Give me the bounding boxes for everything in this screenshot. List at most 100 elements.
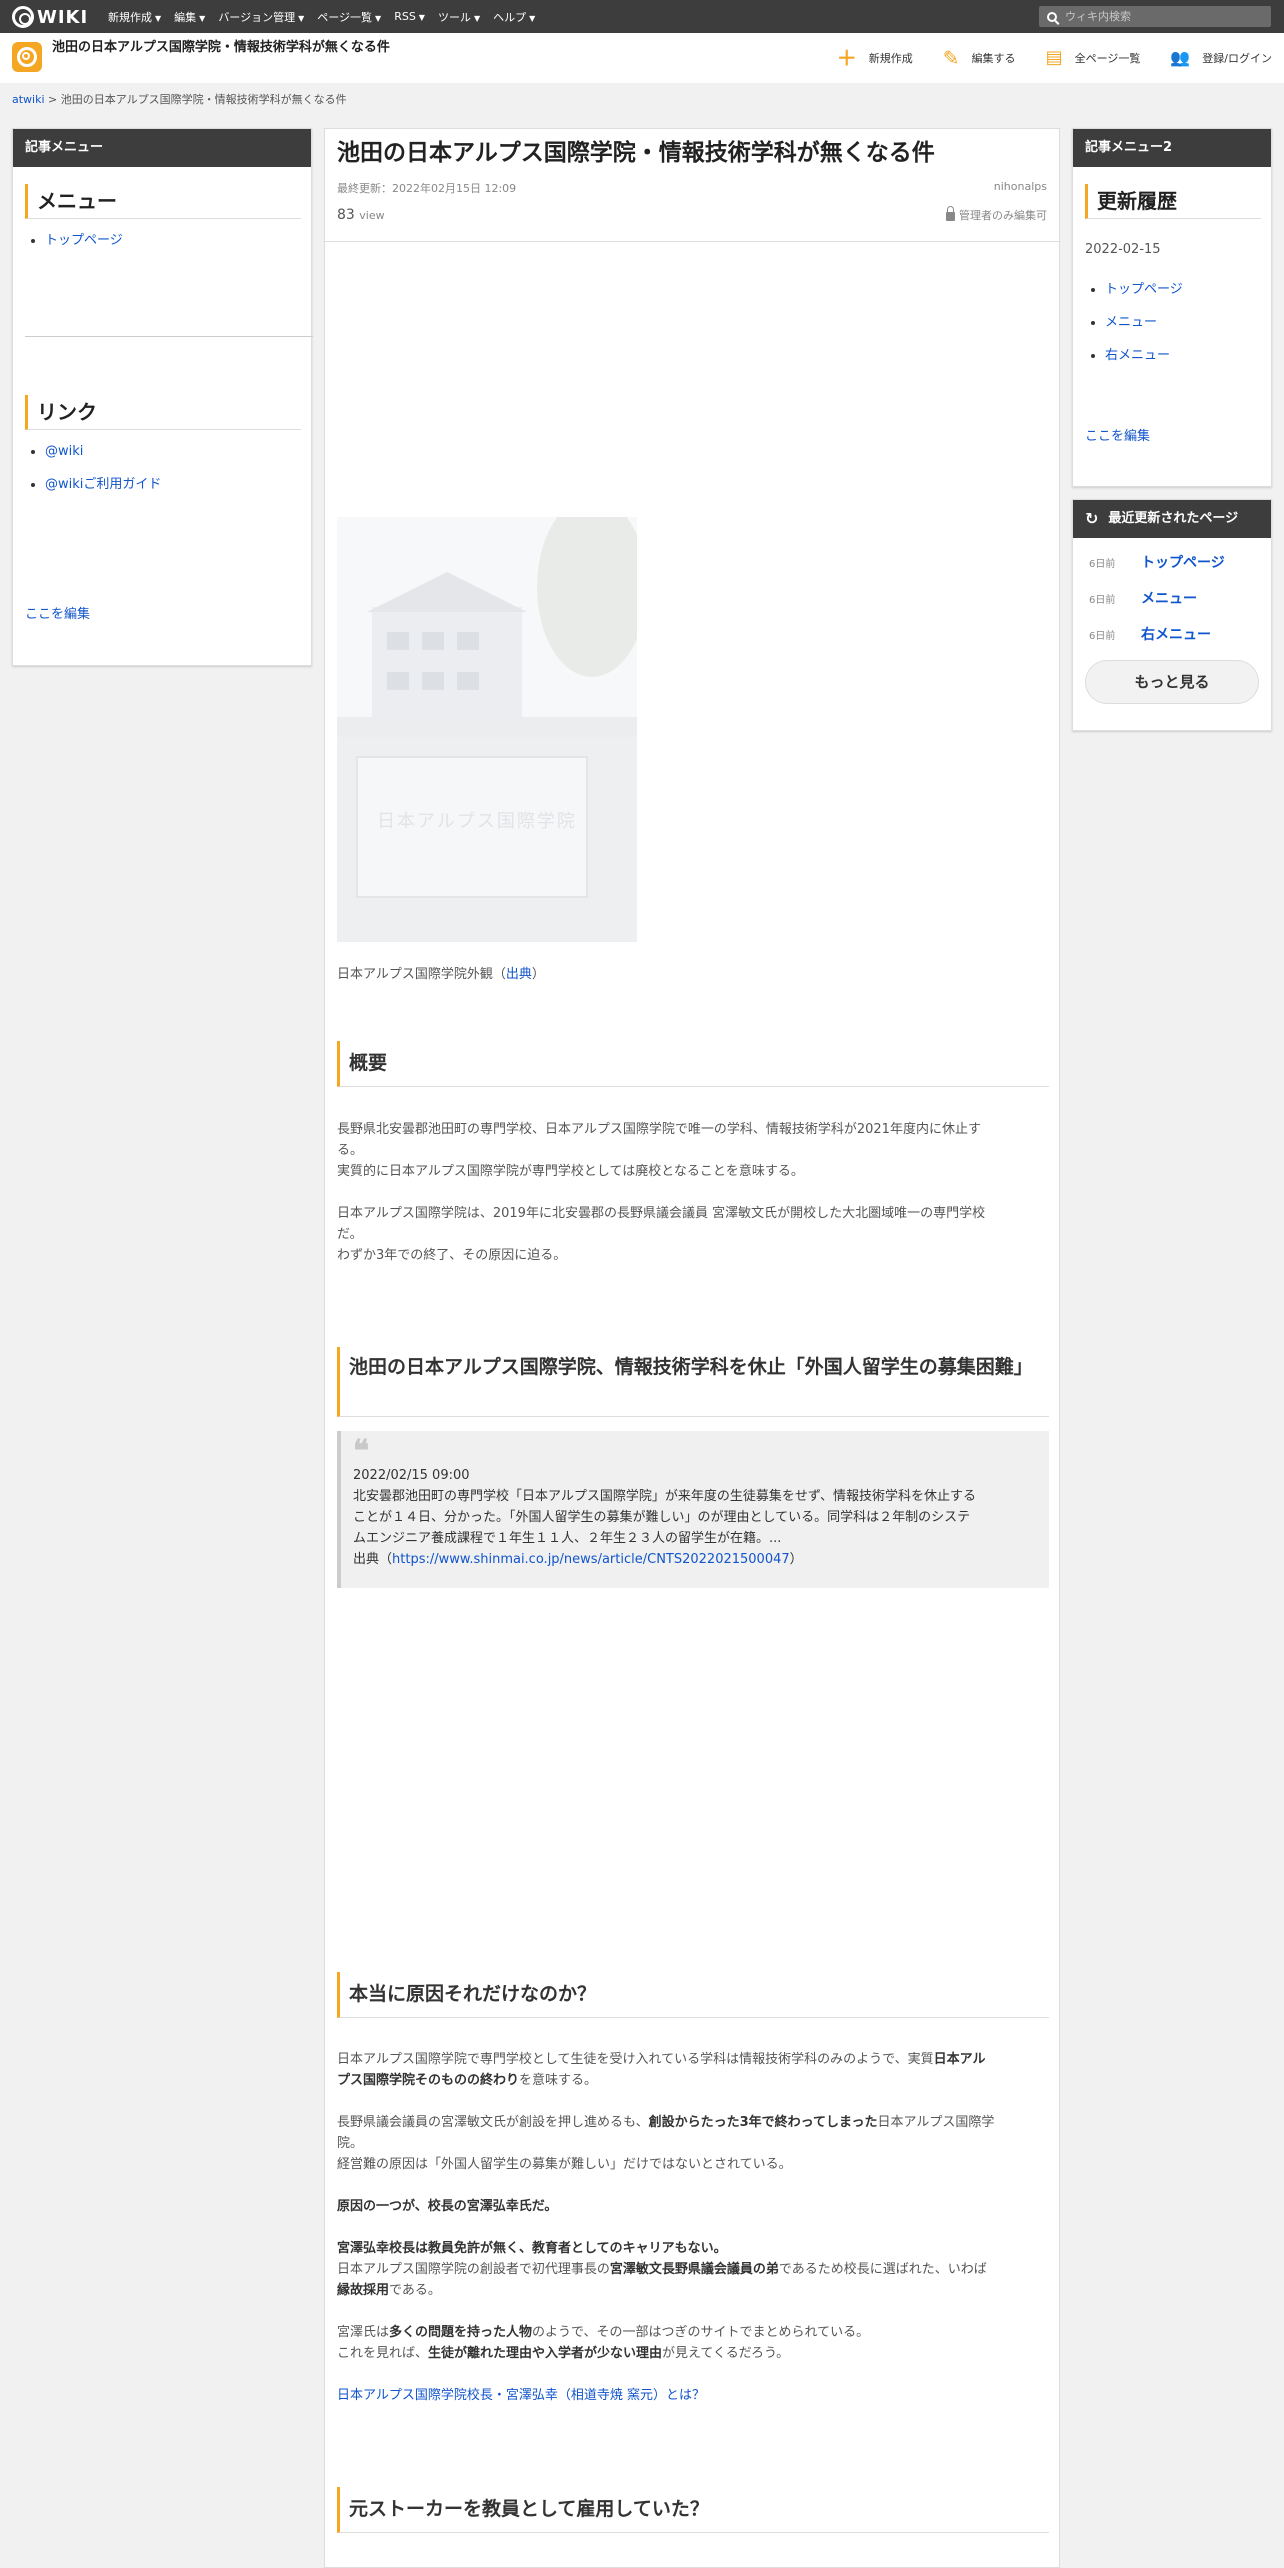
all-pages-button[interactable]: ▤ 全ページ一覧 xyxy=(1046,48,1141,68)
caption-source-link[interactable]: 出典 xyxy=(506,967,532,982)
caret-down-icon: ▼ xyxy=(155,13,162,23)
at-mark-icon xyxy=(12,6,34,28)
link-guide[interactable]: @wikiご利用ガイド xyxy=(45,477,161,492)
menu-link-top[interactable]: トップページ xyxy=(45,233,123,248)
breadcrumb-current: 池田の日本アルプス国際学院・情報技術学科が無くなる件 xyxy=(60,93,347,106)
caret-down-icon: ▼ xyxy=(375,13,382,23)
text-run: 経営難の原因は「外国人留学生の募集が難しい」だけではないとされている。 xyxy=(337,2157,792,2172)
news-quote: ❝ 2022/02/15 09:00 北安曇郡池田町の専門学校「日本アルプス国際… xyxy=(337,1431,1049,1588)
global-topbar: WIKI 新規作成 ▼ 編集 ▼ バージョン管理 ▼ ページ一覧 ▼ RSS ▼ ツール ▼… xyxy=(0,0,1284,33)
overview-paragraph-2: 日本アルプス国際学院は、2019年に北安曇郡の長野県議会議員 宮澤敏文氏が開校し… xyxy=(337,1203,1049,1266)
cause-paragraph-1: 日本アルプス国際学院で専門学校として生徒を受け入れている学科は情報技術学科のみの… xyxy=(337,2049,1049,2091)
site-header: 池田の日本アルプス国際学院・情報技術学科が無くなる件 ＋ 新規作成 ✎ 編集する… xyxy=(0,33,1284,83)
all-pages-label: 全ページ一覧 xyxy=(1074,52,1141,65)
menu-item-top: トップページ xyxy=(45,233,301,249)
nav-tools-menu[interactable]: ツール ▼ xyxy=(438,9,480,25)
nav-version-menu[interactable]: バージョン管理 ▼ xyxy=(218,9,304,25)
text-run: が見えてくるだろう。 xyxy=(662,2346,790,2361)
recent-pages-box: ↻ 最近更新されたページ 6日前 トップページ 6日前 メニュー 6日前 右メニ… xyxy=(1072,499,1272,731)
history-link-menu[interactable]: メニュー xyxy=(1105,315,1157,330)
bold-text: 日本アル xyxy=(933,2052,986,2067)
menu-divider xyxy=(25,336,313,337)
breadcrumb-root-link[interactable]: atwiki xyxy=(12,93,45,106)
view-count: 83 view xyxy=(337,207,385,223)
bold-text: 創設からたった3年で終わってしまった xyxy=(648,2115,878,2130)
bold-text: 宮澤敏文長野県議会議員の弟 xyxy=(609,2262,779,2277)
header-divider xyxy=(325,241,1059,242)
cause-paragraph-4: 宮澤弘幸校長は教員免許が無く、教育者としてのキャリアもない。 日本アルプス国際学院… xyxy=(337,2238,1049,2301)
nav-label: 新規作成 xyxy=(108,10,152,24)
see-more-button[interactable]: もっと見る xyxy=(1085,660,1259,704)
recent-link-menu[interactable]: メニュー xyxy=(1141,588,1197,608)
history-date: 2022-02-15 xyxy=(1085,242,1161,257)
new-page-button[interactable]: ＋ 新規作成 xyxy=(837,48,913,68)
text-run: を意味する。 xyxy=(519,2073,598,2088)
new-page-label: 新規作成 xyxy=(868,52,913,65)
nav-label: ヘルプ xyxy=(493,10,527,24)
nav-edit-menu[interactable]: 編集 ▼ xyxy=(174,9,205,25)
header-actions: ＋ 新規作成 ✎ 編集する ▤ 全ページ一覧 👥 登録/ログイン xyxy=(807,33,1272,83)
text-run: 日本アルプス国際学院で専門学校として生徒を受け入れている学科は情報技術学科のみの… xyxy=(337,2052,934,2067)
link-atwiki[interactable]: @wiki xyxy=(45,444,83,459)
cause-paragraph-5: 宮澤氏は多くの問題を持った人物のようで、その一部はつぎのサイトでまとめられている… xyxy=(337,2322,1049,2364)
logo-text: WIKI xyxy=(37,6,89,28)
left-edit-link[interactable]: ここを編集 xyxy=(25,603,90,622)
recent-header-label: 最近更新されたページ xyxy=(1108,511,1239,526)
overview-paragraph-1: 長野県北安曇郡池田町の専門学校、日本アルプス国際学院で唯一の学科、情報技術学科が… xyxy=(337,1119,1049,1182)
text-line: 長野県北安曇郡池田町の専門学校、日本アルプス国際学院で唯一の学科、情報技術学科が… xyxy=(337,1122,981,1137)
source-suffix: ） xyxy=(789,1552,803,1567)
bold-text: プス国際学院そのものの終わり xyxy=(337,2073,520,2088)
permission-text: 管理者のみ編集可 xyxy=(959,209,1047,222)
recent-link-top[interactable]: トップページ xyxy=(1141,552,1225,572)
menu-section: メニュー トップページ xyxy=(25,184,301,266)
lock-icon xyxy=(946,206,955,221)
nav-label: 編集 xyxy=(174,10,197,24)
text-run: のようで、その一部はつぎのサイトでまとめられている。 xyxy=(532,2325,870,2340)
quote-source-link[interactable]: https://www.shinmai.co.jp/news/article/C… xyxy=(392,1552,790,1567)
edit-page-button[interactable]: ✎ 編集する xyxy=(943,48,1016,68)
author-name[interactable]: nihonalps xyxy=(994,180,1047,193)
text-run: 長野県議会議員の宮澤敏文氏が創設を押し進めるも、 xyxy=(337,2115,649,2130)
history-link-right-menu[interactable]: 右メニュー xyxy=(1105,348,1170,363)
refresh-icon: ↻ xyxy=(1085,509,1099,528)
image-caption: 日本アルプス国際学院外観（出典） xyxy=(337,963,545,982)
bold-text: 縁故採用 xyxy=(337,2283,390,2298)
school-photo-drawing xyxy=(337,517,637,942)
login-label: 登録/ログイン xyxy=(1202,52,1272,65)
nav-rss-menu[interactable]: RSS ▼ xyxy=(394,10,425,23)
view-number: 83 xyxy=(337,207,355,223)
history-item: 右メニュー xyxy=(1105,348,1281,364)
recent-link-right-menu[interactable]: 右メニュー xyxy=(1141,624,1211,644)
source-prefix: 出典（ xyxy=(353,1552,393,1567)
caret-down-icon: ▼ xyxy=(529,13,536,23)
nav-pages-menu[interactable]: ページ一覧 ▼ xyxy=(317,9,381,25)
login-button[interactable]: 👥 登録/ログイン xyxy=(1170,48,1272,68)
right-edit-link[interactable]: ここを編集 xyxy=(1085,425,1150,444)
bold-text: 多くの問題を持った人物 xyxy=(389,2325,533,2340)
text-line: 実質的に日本アルプス国際学院が専門学校としては廃校となることを意味する。 xyxy=(337,1164,804,1179)
nav-help-menu[interactable]: ヘルプ ▼ xyxy=(493,9,535,25)
atwiki-logo[interactable]: WIKI xyxy=(12,5,88,29)
image-sign-text: 日本アルプス国際学院 xyxy=(377,811,577,832)
quote-source: 出典（https://www.shinmai.co.jp/news/articl… xyxy=(353,1549,1035,1570)
search-icon[interactable] xyxy=(1047,11,1057,22)
last-updated: 最終更新：2022年02月15日 12:09 xyxy=(337,182,517,195)
edit-page-label: 編集する xyxy=(971,52,1016,65)
link-item-guide: @wikiご利用ガイド xyxy=(45,477,301,493)
site-logo-icon[interactable] xyxy=(12,42,42,72)
text-run: 宮澤氏は xyxy=(337,2325,390,2340)
recent-item: 6日前 トップページ xyxy=(1073,544,1271,580)
principal-profile-link[interactable]: 日本アルプス国際学院校長・宮澤弘幸（相道寺焼 窯元）とは？ xyxy=(337,2385,1049,2406)
search-input[interactable] xyxy=(1065,10,1255,23)
site-title[interactable]: 池田の日本アルプス国際学院・情報技術学科が無くなる件 xyxy=(52,39,412,56)
recent-age: 6日前 xyxy=(1089,558,1116,570)
nav-new-menu[interactable]: 新規作成 ▼ xyxy=(108,9,161,25)
left-menu-box: 記事メニュー メニュー トップページ リンク @wiki @wikiご利用ガイド… xyxy=(12,128,313,666)
link-item-atwiki: @wiki xyxy=(45,444,301,460)
cause-paragraph-3: 原因の一つが、校長の宮澤弘幸氏だ。 xyxy=(337,2196,1049,2217)
news-heading: 池田の日本アルプス国際学院、情報技術学科を休止「外国人留学生の募集困難」 xyxy=(337,1347,1049,1417)
stalker-heading: 元ストーカーを教員として雇用していた？ xyxy=(337,2487,1049,2533)
history-link-top[interactable]: トップページ xyxy=(1105,282,1183,297)
caret-down-icon: ▼ xyxy=(199,13,206,23)
text-run: である。 xyxy=(389,2283,441,2298)
